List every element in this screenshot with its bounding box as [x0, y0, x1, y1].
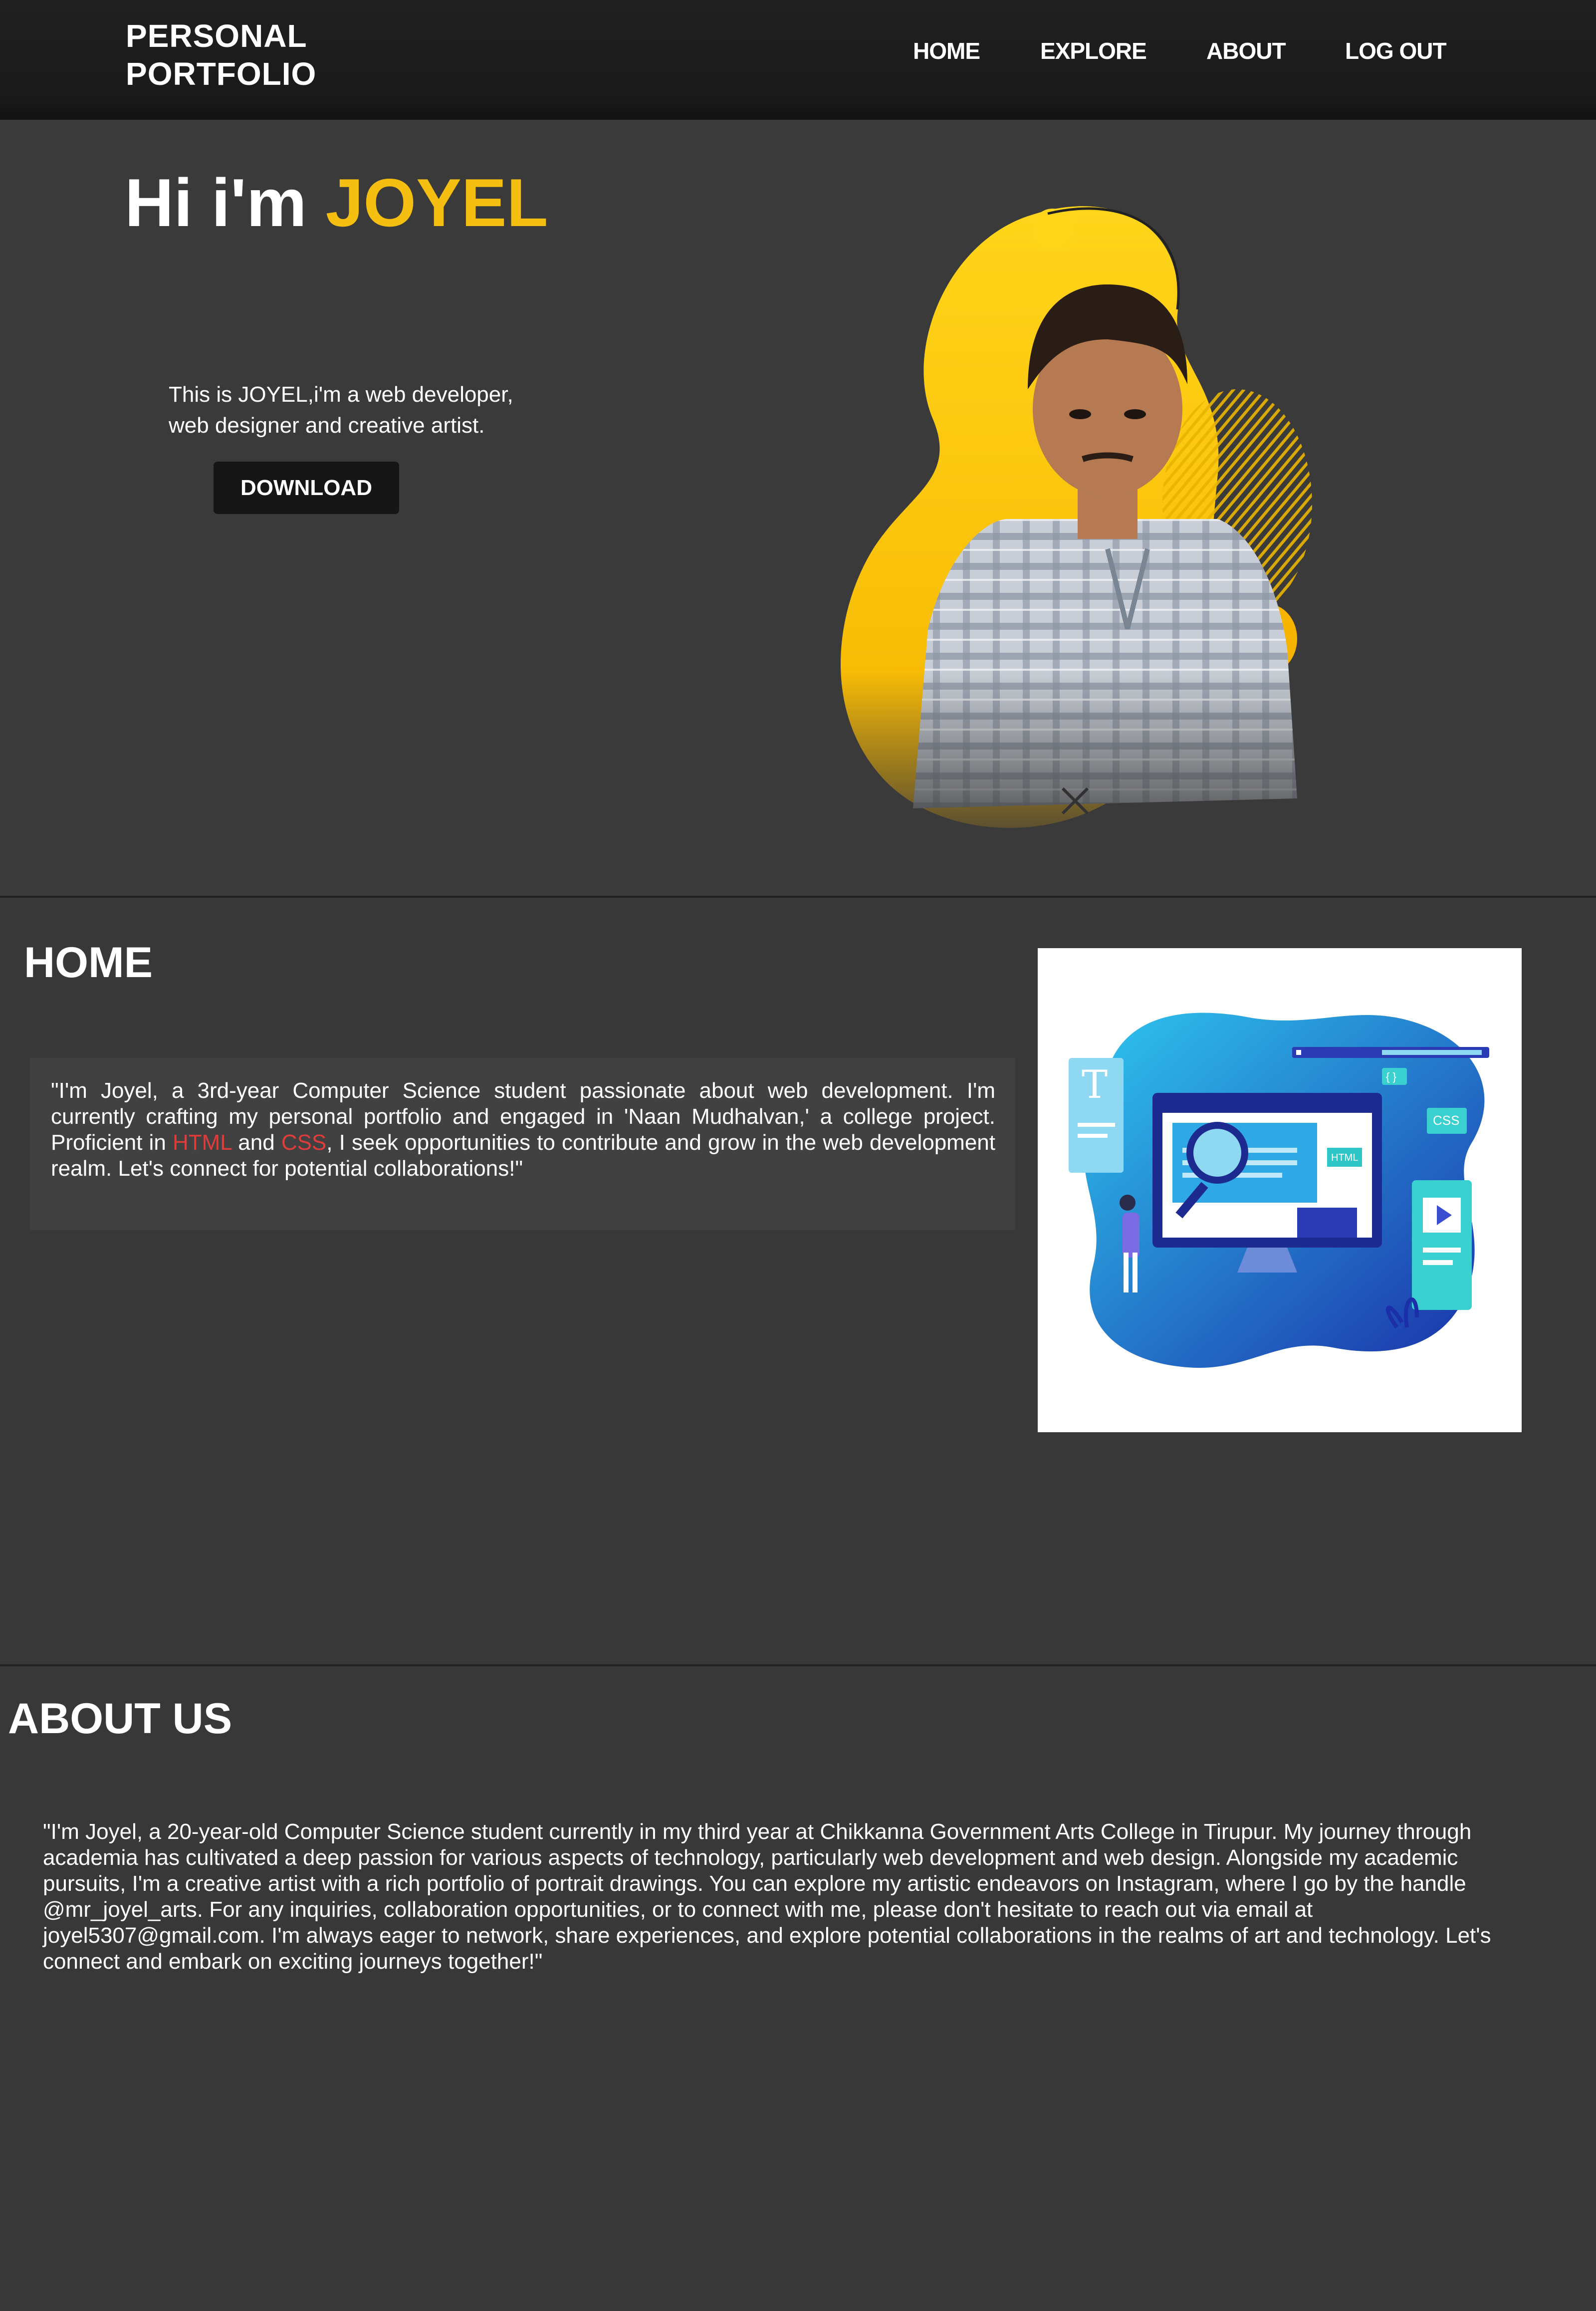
web-development-illustration: T HTML CSS { } — [1038, 948, 1522, 1432]
hero-name: JOYEL — [325, 165, 548, 241]
t-glyph: T — [1082, 1062, 1108, 1107]
html-tag-label: HTML — [1331, 1152, 1358, 1163]
hero-heading: Hi i'm JOYEL — [125, 164, 548, 242]
section-divider-2 — [0, 1664, 1596, 1666]
css-tag-label: CSS — [1433, 1113, 1459, 1128]
logo-line-1: PERSONAL — [126, 18, 307, 54]
hero-greeting: Hi i'm — [125, 165, 307, 241]
hero-subtitle-line-2: web designer and creative artist. — [169, 413, 485, 438]
hero-subtitle: This is JOYEL,i'm a web developer, web d… — [169, 379, 618, 441]
nav-logout-link[interactable]: LOG OUT — [1345, 37, 1447, 64]
nav-about-link[interactable]: ABOUT — [1206, 37, 1286, 64]
profile-portrait — [828, 200, 1397, 853]
download-button[interactable]: DOWNLOAD — [214, 462, 399, 514]
top-navbar: PERSONAL PORTFOLIO HOME EXPLORE ABOUT LO… — [0, 0, 1596, 120]
home-intro-and: and — [231, 1130, 281, 1155]
nav-home-link[interactable]: HOME — [913, 37, 980, 64]
css-highlight: CSS — [281, 1130, 327, 1155]
home-intro-card: "I'm Joyel, a 3rd-year Computer Science … — [30, 1058, 1015, 1230]
html-highlight: HTML — [172, 1130, 232, 1155]
nav-explore-link[interactable]: EXPLORE — [1040, 37, 1147, 64]
home-title: HOME — [24, 939, 153, 987]
site-logo[interactable]: PERSONAL PORTFOLIO — [126, 17, 316, 93]
braces-label: { } — [1386, 1070, 1396, 1083]
hero-subtitle-line-1: This is JOYEL,i'm a web developer, — [169, 382, 513, 407]
logo-line-2: PORTFOLIO — [126, 56, 317, 92]
about-text: "I'm Joyel, a 20-year-old Computer Scien… — [43, 1819, 1491, 1974]
section-divider — [0, 896, 1596, 898]
about-title: ABOUT US — [8, 1695, 232, 1743]
